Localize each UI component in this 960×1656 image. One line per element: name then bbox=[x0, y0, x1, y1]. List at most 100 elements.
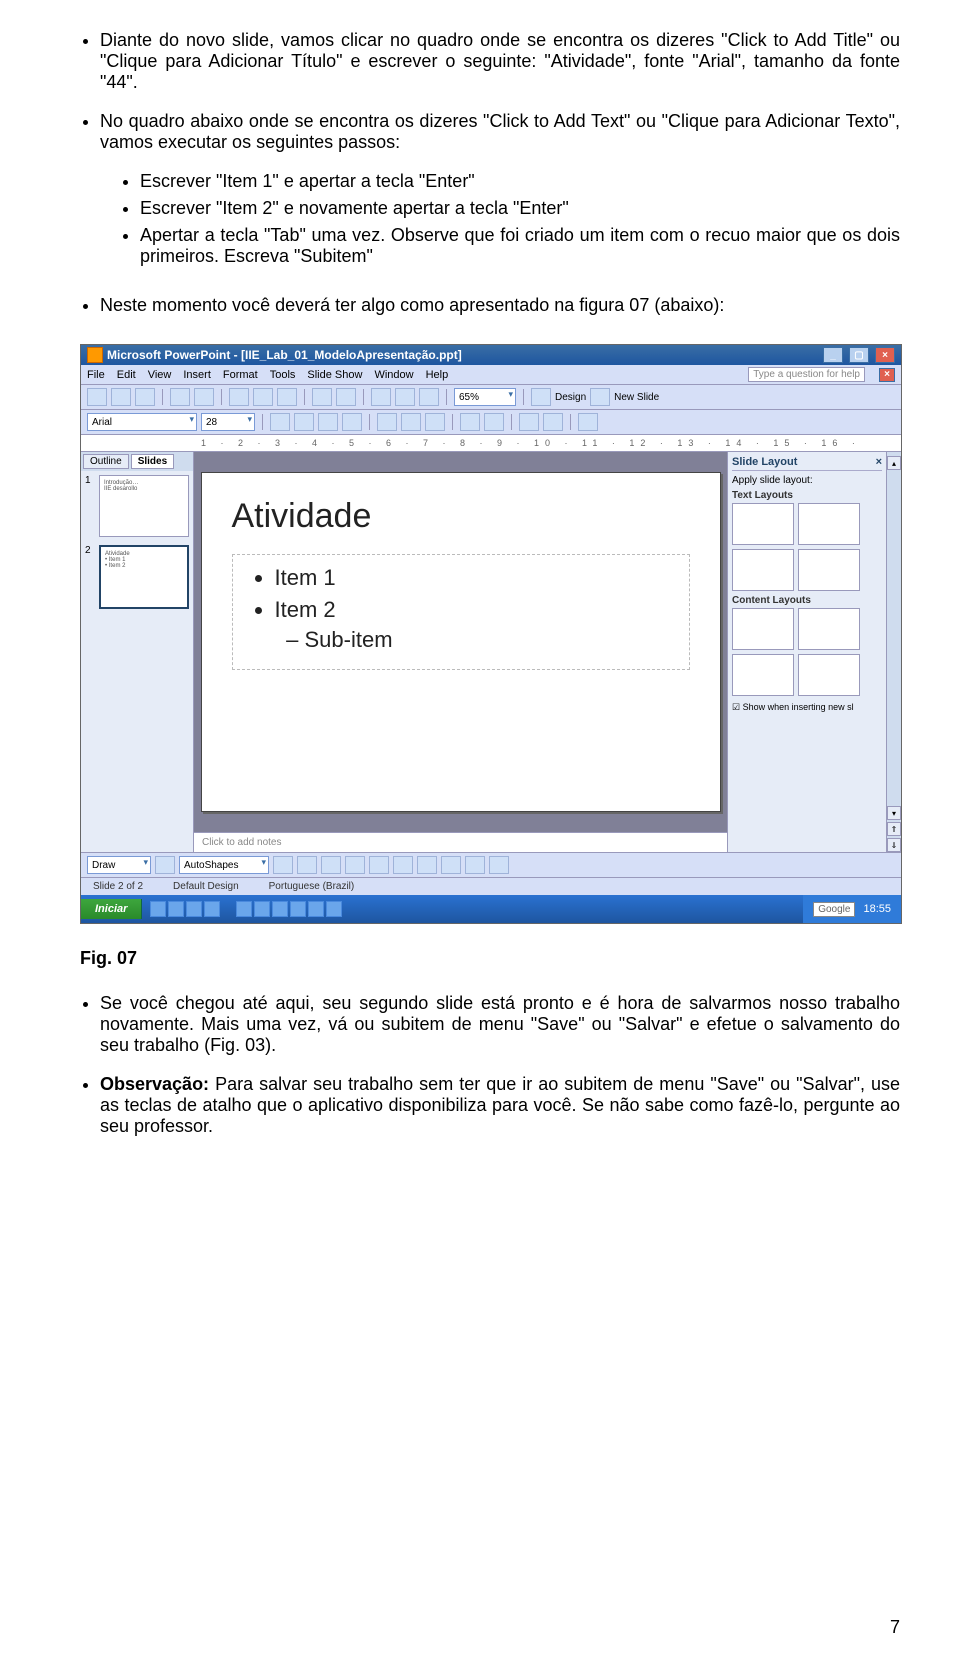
next-slide-icon[interactable]: ⇓ bbox=[887, 838, 901, 852]
task-button[interactable] bbox=[290, 901, 306, 917]
font-size-combo[interactable]: 28 bbox=[201, 413, 255, 431]
zoom-combo[interactable]: 65% bbox=[454, 388, 516, 406]
notes-pane[interactable]: Click to add notes bbox=[194, 832, 727, 852]
layout-option[interactable] bbox=[732, 608, 794, 650]
design-icon[interactable] bbox=[531, 388, 551, 406]
show-when-inserting-check[interactable]: ☑ Show when inserting new sl bbox=[732, 702, 882, 713]
prev-slide-icon[interactable]: ⇑ bbox=[887, 822, 901, 836]
thumbnail-1[interactable]: Introdução…IIE desarollo bbox=[99, 475, 189, 537]
print-icon[interactable] bbox=[170, 388, 190, 406]
align-right-icon[interactable] bbox=[425, 413, 445, 431]
textbox-icon[interactable] bbox=[369, 856, 389, 874]
new-slide-icon[interactable] bbox=[590, 388, 610, 406]
layout-option[interactable] bbox=[732, 654, 794, 696]
layout-option[interactable] bbox=[798, 608, 860, 650]
draw-menu[interactable]: Draw bbox=[87, 856, 151, 874]
autoshapes-menu[interactable]: AutoShapes bbox=[179, 856, 269, 874]
oval-icon[interactable] bbox=[345, 856, 365, 874]
thumb-num-1: 1 bbox=[85, 475, 91, 486]
layout-option[interactable] bbox=[732, 503, 794, 545]
menu-edit[interactable]: Edit bbox=[117, 369, 136, 381]
status-design: Default Design bbox=[173, 881, 239, 892]
cut-icon[interactable] bbox=[229, 388, 249, 406]
task-button[interactable] bbox=[236, 901, 252, 917]
font-color-icon[interactable] bbox=[578, 413, 598, 431]
menu-file[interactable]: File bbox=[87, 369, 105, 381]
task-button[interactable] bbox=[254, 901, 270, 917]
underline-icon[interactable] bbox=[318, 413, 338, 431]
layout-option[interactable] bbox=[732, 549, 794, 591]
layout-option[interactable] bbox=[798, 503, 860, 545]
quick-launch-icon[interactable] bbox=[168, 901, 184, 917]
task-pane-close-icon[interactable]: × bbox=[876, 456, 882, 468]
open-icon[interactable] bbox=[111, 388, 131, 406]
font-combo[interactable]: Arial bbox=[87, 413, 197, 431]
task-button[interactable] bbox=[308, 901, 324, 917]
scroll-up-icon[interactable]: ▴ bbox=[887, 456, 901, 470]
redo-icon[interactable] bbox=[336, 388, 356, 406]
increase-indent-icon[interactable] bbox=[543, 413, 563, 431]
line-icon[interactable] bbox=[273, 856, 293, 874]
save-icon[interactable] bbox=[135, 388, 155, 406]
task-button[interactable] bbox=[326, 901, 342, 917]
quick-launch-icon[interactable] bbox=[204, 901, 220, 917]
design-label[interactable]: Design bbox=[555, 392, 586, 403]
help-search[interactable]: Type a question for help bbox=[748, 367, 865, 382]
font-color-drawing-icon[interactable] bbox=[489, 856, 509, 874]
new-slide-label[interactable]: New Slide bbox=[614, 392, 659, 403]
scroll-down-icon[interactable]: ▾ bbox=[887, 806, 901, 820]
chart-icon[interactable] bbox=[371, 388, 391, 406]
numbering-icon[interactable] bbox=[484, 413, 504, 431]
fill-color-icon[interactable] bbox=[441, 856, 461, 874]
layout-option[interactable] bbox=[798, 654, 860, 696]
slide[interactable]: Atividade Item 1 Item 2 Sub-item bbox=[201, 472, 721, 812]
new-icon[interactable] bbox=[87, 388, 107, 406]
title-bar[interactable]: Microsoft PowerPoint - [IIE_Lab_01_Model… bbox=[81, 345, 901, 365]
align-center-icon[interactable] bbox=[401, 413, 421, 431]
clipart-icon[interactable] bbox=[417, 856, 437, 874]
quick-launch-icon[interactable] bbox=[186, 901, 202, 917]
minimize-button[interactable]: _ bbox=[823, 347, 843, 363]
copy-icon[interactable] bbox=[253, 388, 273, 406]
slide-title[interactable]: Atividade bbox=[232, 497, 690, 536]
hyperlink-icon[interactable] bbox=[419, 388, 439, 406]
shadow-icon[interactable] bbox=[342, 413, 362, 431]
tab-outline[interactable]: Outline bbox=[83, 454, 129, 469]
vertical-scrollbar[interactable]: ▴ ▾ ⇑ ⇓ bbox=[886, 452, 901, 852]
line-color-icon[interactable] bbox=[465, 856, 485, 874]
select-icon[interactable] bbox=[155, 856, 175, 874]
slide-canvas[interactable]: Atividade Item 1 Item 2 Sub-item bbox=[194, 452, 727, 832]
maximize-button[interactable]: ▢ bbox=[849, 347, 869, 363]
doc-close-button[interactable]: × bbox=[879, 368, 895, 382]
decrease-indent-icon[interactable] bbox=[519, 413, 539, 431]
close-button[interactable]: × bbox=[875, 347, 895, 363]
menu-help[interactable]: Help bbox=[426, 369, 449, 381]
menu-window[interactable]: Window bbox=[374, 369, 413, 381]
thumbnail-2[interactable]: Atividade• Item 1• Item 2 bbox=[99, 545, 189, 609]
align-left-icon[interactable] bbox=[377, 413, 397, 431]
bold-icon[interactable] bbox=[270, 413, 290, 431]
paste-icon[interactable] bbox=[277, 388, 297, 406]
para-4: Se você chegou até aqui, seu segundo sli… bbox=[100, 993, 900, 1056]
menu-slideshow[interactable]: Slide Show bbox=[307, 369, 362, 381]
layout-option[interactable] bbox=[798, 549, 860, 591]
italic-icon[interactable] bbox=[294, 413, 314, 431]
slide-body[interactable]: Item 1 Item 2 Sub-item bbox=[232, 554, 690, 670]
menu-view[interactable]: View bbox=[148, 369, 172, 381]
preview-icon[interactable] bbox=[194, 388, 214, 406]
tab-slides[interactable]: Slides bbox=[131, 454, 174, 469]
menu-tools[interactable]: Tools bbox=[270, 369, 296, 381]
menu-insert[interactable]: Insert bbox=[183, 369, 211, 381]
google-deskbar[interactable]: Google bbox=[813, 902, 855, 917]
table-icon[interactable] bbox=[395, 388, 415, 406]
wordart-icon[interactable] bbox=[393, 856, 413, 874]
work-area: Outline Slides 1 Introdução…IIE desaroll… bbox=[81, 452, 901, 852]
arrow-icon[interactable] bbox=[297, 856, 317, 874]
task-button[interactable] bbox=[272, 901, 288, 917]
bullets-icon[interactable] bbox=[460, 413, 480, 431]
quick-launch-icon[interactable] bbox=[150, 901, 166, 917]
undo-icon[interactable] bbox=[312, 388, 332, 406]
menu-format[interactable]: Format bbox=[223, 369, 258, 381]
rectangle-icon[interactable] bbox=[321, 856, 341, 874]
start-button[interactable]: Iniciar bbox=[81, 899, 142, 919]
